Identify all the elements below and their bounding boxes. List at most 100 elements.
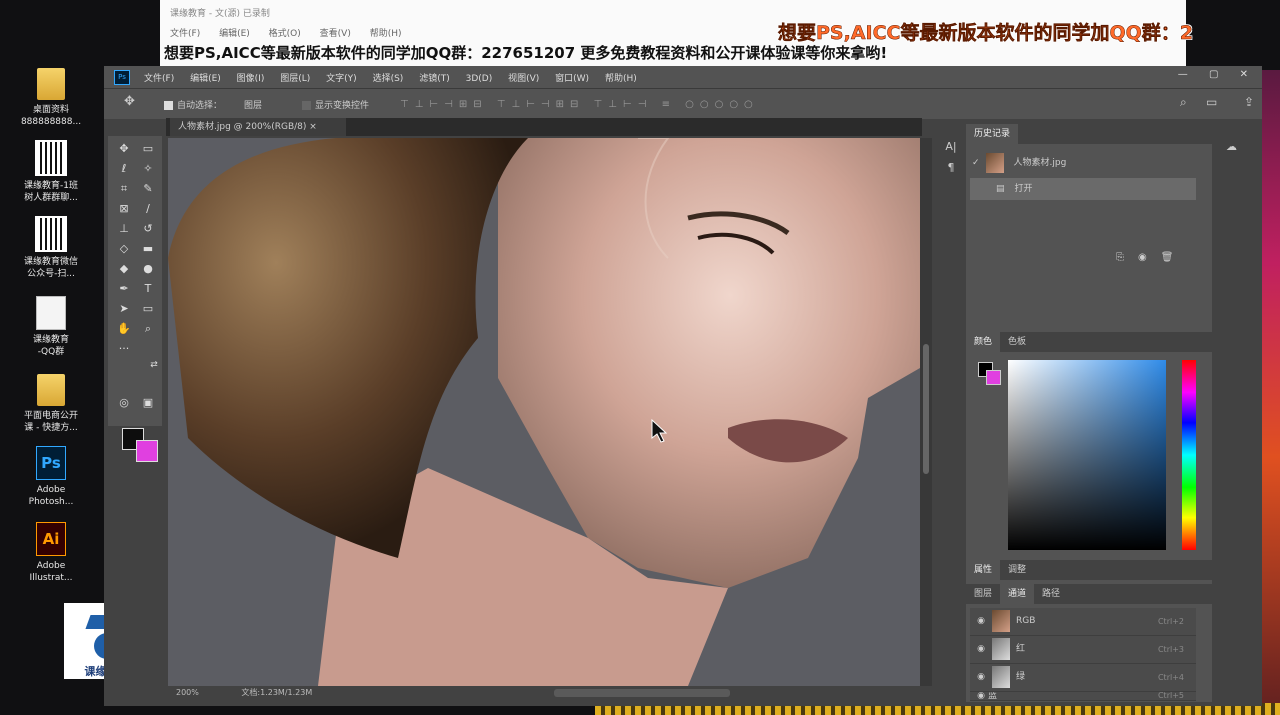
channel-row-red[interactable]: ◉ 红 Ctrl+3 xyxy=(970,636,1196,664)
eraser-tool-icon[interactable]: ◇ xyxy=(114,240,134,258)
tab-properties[interactable]: 属性 xyxy=(966,560,1001,580)
desktop-item-label: 桌面资料 888888888... xyxy=(20,105,82,127)
screen-mode-icon[interactable]: ▣ xyxy=(138,394,158,412)
tab-history[interactable]: 历史记录 xyxy=(966,124,1019,144)
desktop-item-5[interactable]: Ps Adobe Photosh... xyxy=(12,446,90,508)
share-icon[interactable]: ⇪ xyxy=(1244,95,1254,109)
hand-tool-icon[interactable]: ✋ xyxy=(114,320,134,338)
move-tool-icon-2[interactable]: ✥ xyxy=(114,140,134,158)
tab-close-icon[interactable]: × xyxy=(309,122,317,132)
desktop-item-2[interactable]: 课缘教育微信 公众号-扫... xyxy=(12,216,90,280)
stamp-tool-icon[interactable]: ⊥ xyxy=(114,220,134,238)
more-tools-icon[interactable]: ··· xyxy=(114,340,134,358)
move-tool-icon[interactable]: ✥ xyxy=(124,94,135,109)
tab-layers[interactable]: 图层 xyxy=(966,584,1000,604)
menu-help[interactable]: 帮助(H) xyxy=(605,74,637,84)
path-select-icon[interactable]: ➤ xyxy=(114,300,134,318)
paragraph-panel-icon[interactable]: ¶ xyxy=(938,161,964,174)
desktop-item-6[interactable]: Ai Adobe Illustrat... xyxy=(12,522,90,584)
channel-row-rgb[interactable]: ◉ RGB Ctrl+2 xyxy=(970,608,1196,636)
menu-filter[interactable]: 滤镜(T) xyxy=(419,74,450,84)
show-transform-checkbox[interactable]: 显示变换控件 xyxy=(302,98,369,111)
eye-icon[interactable]: ◉ xyxy=(974,636,988,663)
tab-adjustments[interactable]: 调整 xyxy=(1000,560,1034,580)
marquee-tool-icon[interactable]: ▭ xyxy=(138,140,158,158)
menu-select[interactable]: 选择(S) xyxy=(373,74,404,84)
background-color-swatch[interactable] xyxy=(136,440,158,462)
notepad-menu-help[interactable]: 帮助(H) xyxy=(370,29,402,39)
tab-swatches[interactable]: 色板 xyxy=(1000,332,1034,352)
brush-icon: ✓ xyxy=(972,158,980,168)
gradient-tool-icon[interactable]: ▬ xyxy=(138,240,158,258)
eye-icon[interactable]: ◉ xyxy=(974,692,988,700)
vertical-scrollbar[interactable] xyxy=(920,138,932,686)
eye-icon[interactable]: ◉ xyxy=(974,608,988,635)
color-field[interactable] xyxy=(1008,360,1166,550)
desktop-item-3[interactable]: 课缘教育 -QQ群 xyxy=(12,296,90,358)
horizontal-scrollbar[interactable] xyxy=(554,689,730,697)
eye-icon[interactable]: ◉ xyxy=(974,664,988,691)
desktop-item-0[interactable]: 桌面资料 888888888... xyxy=(12,68,90,128)
zoom-tool-icon[interactable]: ⌕ xyxy=(138,320,158,338)
shape-tool-icon[interactable]: ▭ xyxy=(138,300,158,318)
quick-mask-icon[interactable]: ◎ xyxy=(114,394,134,412)
hue-slider[interactable] xyxy=(1182,360,1196,550)
character-panel-icon[interactable]: A| xyxy=(938,140,964,153)
blur-tool-icon[interactable]: ◆ xyxy=(114,260,134,278)
zoom-level[interactable]: 200% xyxy=(176,688,199,697)
ps-logo-icon[interactable]: Ps xyxy=(114,70,130,85)
menu-window[interactable]: 窗口(W) xyxy=(555,74,589,84)
qr-image-icon xyxy=(35,140,67,176)
notepad-menu-file[interactable]: 文件(F) xyxy=(170,29,200,39)
document-tab[interactable]: 人物素材.jpg @ 200%(RGB/8) × xyxy=(170,118,346,136)
desktop-item-1[interactable]: 课缘教育-1班 树人群群聊... xyxy=(12,140,90,204)
tab-paths[interactable]: 路径 xyxy=(1034,584,1068,604)
document-tab-title: 人物素材.jpg @ 200%(RGB/8) xyxy=(178,122,307,132)
auto-select-label: 自动选择： xyxy=(177,101,223,111)
workspace-icon[interactable]: ▭ xyxy=(1206,95,1217,109)
show-transform-label: 显示变换控件 xyxy=(315,101,370,111)
desktop-item-4[interactable]: 平面电商公开 课 - 快捷方... xyxy=(12,374,90,434)
notepad-menu-edit[interactable]: 编辑(E) xyxy=(219,29,250,39)
swap-colors-icon[interactable]: ⇄ xyxy=(144,356,164,374)
align-buttons[interactable]: ⊤⊥⊢⊣⊞⊟ ⊤⊥⊢⊣⊞⊟ ⊤⊥⊢⊣ ≡ ○○○○○ xyxy=(400,99,759,110)
channel-row-blue[interactable]: ◉ 蓝 Ctrl+5 xyxy=(970,692,1196,701)
frame-tool-icon[interactable]: ⊠ xyxy=(114,200,134,218)
libraries-icon[interactable]: ☁ xyxy=(1226,140,1262,153)
close-button[interactable]: ✕ xyxy=(1240,69,1248,80)
history-actions-icons[interactable]: ⎘◉🗑 xyxy=(1116,252,1187,263)
auto-select-checkbox[interactable]: 自动选择： xyxy=(164,98,222,111)
document-canvas[interactable] xyxy=(168,138,920,686)
menu-3d[interactable]: 3D(D) xyxy=(466,74,493,84)
history-brush-icon[interactable]: ↺ xyxy=(138,220,158,238)
magic-wand-icon[interactable]: ✧ xyxy=(138,160,158,178)
maximize-button[interactable]: ▢ xyxy=(1209,69,1218,80)
menu-image[interactable]: 图像(I) xyxy=(237,74,265,84)
pen-tool-icon[interactable]: ✒ xyxy=(114,280,134,298)
layer-dropdown[interactable]: 图层 xyxy=(244,98,262,111)
lasso-tool-icon[interactable]: ℓ xyxy=(114,160,134,178)
panel-background-swatch[interactable] xyxy=(986,370,1001,385)
type-tool-icon[interactable]: T xyxy=(138,280,158,298)
history-snapshot[interactable]: ✓ 人物素材.jpg xyxy=(970,152,1196,174)
search-icon[interactable]: ⌕ xyxy=(1180,95,1187,110)
notepad-menu-format[interactable]: 格式(O) xyxy=(269,29,301,39)
channel-name: 红 xyxy=(1016,644,1026,654)
menu-file[interactable]: 文件(F) xyxy=(144,74,174,84)
crop-tool-icon[interactable]: ⌗ xyxy=(114,180,134,198)
brush-tool-icon[interactable]: ∕ xyxy=(138,200,158,218)
notepad-menu-view[interactable]: 查看(V) xyxy=(320,29,351,39)
minimize-button[interactable]: — xyxy=(1178,69,1188,80)
tab-color[interactable]: 颜色 xyxy=(966,332,1001,352)
eyedropper-icon[interactable]: ✎ xyxy=(138,180,158,198)
tab-channels[interactable]: 通道 xyxy=(1000,584,1035,604)
menu-type[interactable]: 文字(Y) xyxy=(326,74,357,84)
photoshop-window: Ps 文件(F) 编辑(E) 图像(I) 图层(L) 文字(Y) 选择(S) 滤… xyxy=(104,66,1262,706)
menu-view[interactable]: 视图(V) xyxy=(508,74,539,84)
menu-bar: Ps 文件(F) 编辑(E) 图像(I) 图层(L) 文字(Y) 选择(S) 滤… xyxy=(104,66,1262,88)
dodge-tool-icon[interactable]: ● xyxy=(138,260,158,278)
channel-row-green[interactable]: ◉ 绿 Ctrl+4 xyxy=(970,664,1196,692)
history-state-open[interactable]: ▤ 打开 xyxy=(970,178,1196,200)
menu-edit[interactable]: 编辑(E) xyxy=(190,74,221,84)
menu-layer[interactable]: 图层(L) xyxy=(280,74,310,84)
